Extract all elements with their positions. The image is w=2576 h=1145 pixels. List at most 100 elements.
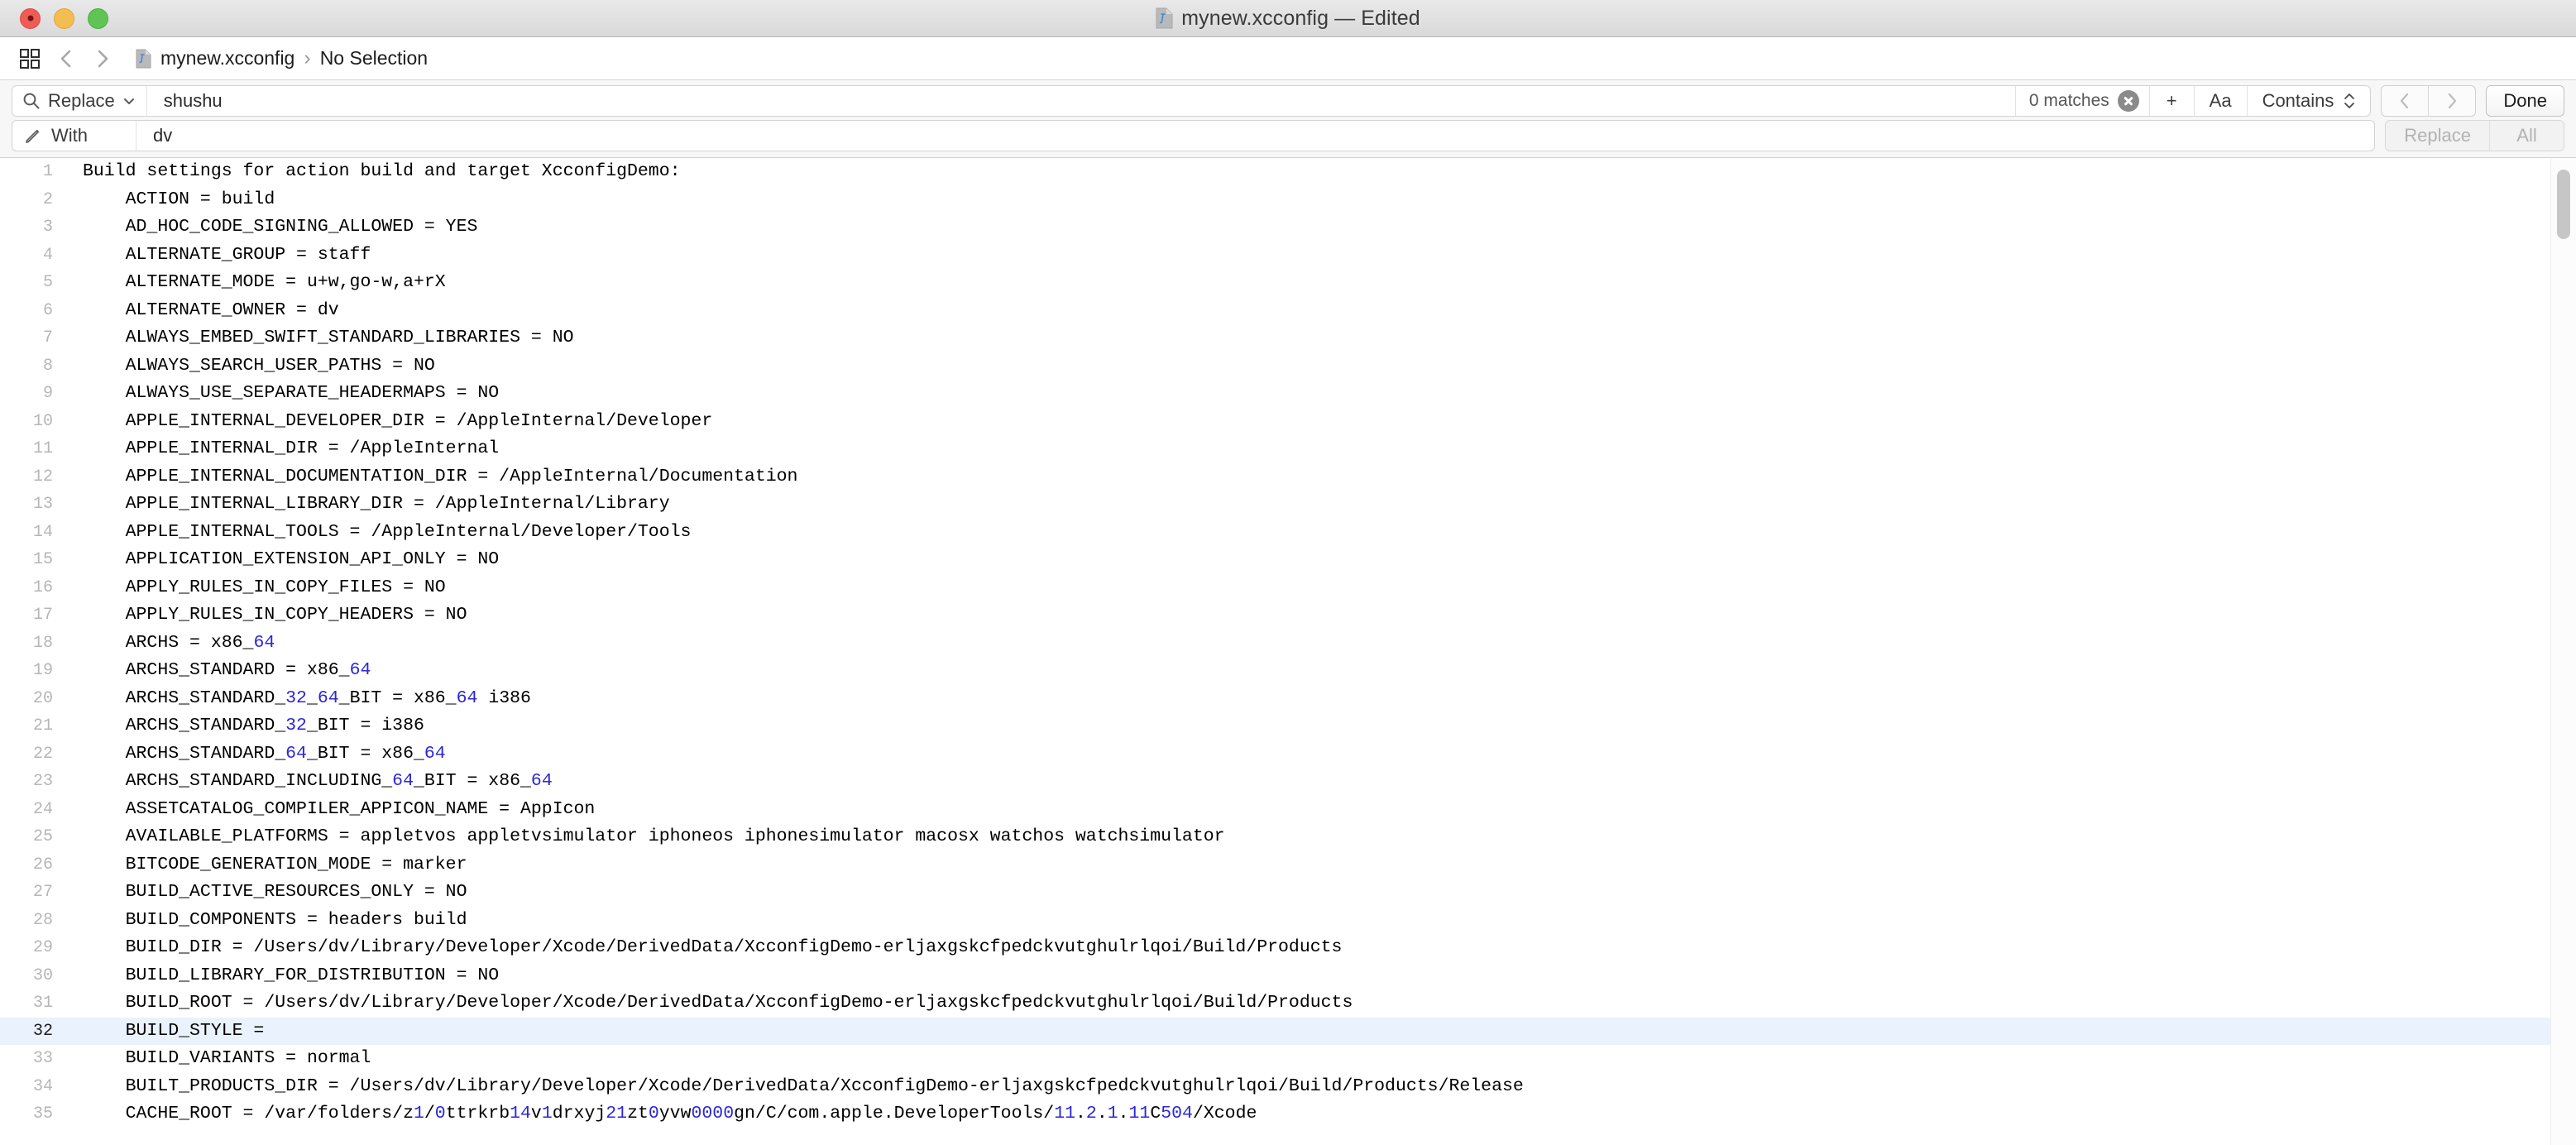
code-line-text[interactable]: APPLE_INTERNAL_TOOLS = /AppleInternal/De…	[65, 519, 2576, 547]
previous-match-button[interactable]	[2382, 86, 2428, 116]
code-line[interactable]: 25 AVAILABLE_PLATFORMS = appletvos apple…	[0, 823, 2576, 851]
toggle-navigator-button[interactable]	[12, 42, 48, 75]
breadcrumb-file-name[interactable]: mynew.xcconfig	[160, 47, 294, 69]
code-line[interactable]: 32 BUILD_STYLE =	[0, 1017, 2576, 1046]
code-line[interactable]: 2 ACTION = build	[0, 186, 2576, 214]
code-line[interactable]: 15 APPLICATION_EXTENSION_API_ONLY = NO	[0, 546, 2576, 574]
code-line[interactable]: 11 APPLE_INTERNAL_DIR = /AppleInternal	[0, 435, 2576, 463]
code-line[interactable]: 9 ALWAYS_USE_SEPARATE_HEADERMAPS = NO	[0, 380, 2576, 408]
minimize-window-button[interactable]	[54, 7, 74, 29]
code-line-text[interactable]: BUILD_STYLE =	[65, 1018, 2576, 1046]
code-line-text[interactable]: BITCODE_GENERATION_MODE = marker	[65, 851, 2576, 879]
code-line[interactable]: 18 ARCHS = x86_64	[0, 630, 2576, 658]
code-line[interactable]: 22 ARCHS_STANDARD_64_BIT = x86_64	[0, 740, 2576, 769]
code-line-text[interactable]: ALTERNATE_OWNER = dv	[65, 297, 2576, 325]
editor-vertical-scrollbar[interactable]	[2550, 158, 2576, 1145]
code-line-text[interactable]: APPLE_INTERNAL_DIR = /AppleInternal	[65, 435, 2576, 463]
code-lines-container[interactable]: 1 Build settings for action build and tar…	[0, 158, 2576, 1128]
code-line[interactable]: 13 APPLE_INTERNAL_LIBRARY_DIR = /AppleIn…	[0, 491, 2576, 519]
code-line-text[interactable]: BUILD_DIR = /Users/dv/Library/Developer/…	[65, 934, 2576, 962]
code-line-text[interactable]: CACHE_ROOT = /var/folders/z1/0ttrkrb14v1…	[65, 1100, 2576, 1128]
close-window-button[interactable]	[20, 7, 41, 29]
code-line[interactable]: 19 ARCHS_STANDARD = x86_64	[0, 657, 2576, 685]
code-line[interactable]: 8 ALWAYS_SEARCH_USER_PATHS = NO	[0, 352, 2576, 381]
code-line-text[interactable]: ARCHS_STANDARD = x86_64	[65, 657, 2576, 685]
next-match-button[interactable]	[2428, 86, 2475, 116]
code-line[interactable]: 26 BITCODE_GENERATION_MODE = marker	[0, 851, 2576, 879]
code-line-text[interactable]: BUILD_LIBRARY_FOR_DISTRIBUTION = NO	[65, 962, 2576, 990]
code-line[interactable]: 33 BUILD_VARIANTS = normal	[0, 1045, 2576, 1073]
code-line-text[interactable]: ARCHS_STANDARD_64_BIT = x86_64	[65, 740, 2576, 769]
code-line[interactable]: 24 ASSETCATALOG_COMPILER_APPICON_NAME = …	[0, 796, 2576, 824]
navigate-back-button[interactable]	[48, 42, 84, 75]
code-line[interactable]: 5 ALTERNATE_MODE = u+w,go-w,a+rX	[0, 269, 2576, 297]
find-field-container[interactable]: Replace shushu 0 matches + Aa Contains	[12, 85, 2372, 117]
match-type-selector[interactable]: Contains	[2246, 86, 2371, 116]
code-line-text[interactable]: AVAILABLE_PLATFORMS = appletvos appletvs…	[65, 823, 2576, 851]
code-line[interactable]: 12 APPLE_INTERNAL_DOCUMENTATION_DIR = /A…	[0, 463, 2576, 491]
code-line[interactable]: 31 BUILD_ROOT = /Users/dv/Library/Develo…	[0, 989, 2576, 1018]
code-line[interactable]: 17 APPLY_RULES_IN_COPY_HEADERS = NO	[0, 601, 2576, 630]
maximize-window-button[interactable]	[88, 7, 108, 29]
search-input[interactable]: shushu	[147, 90, 2015, 112]
code-line-text[interactable]: BUILT_PRODUCTS_DIR = /Users/dv/Library/D…	[65, 1073, 2576, 1101]
code-line-text[interactable]: BUILD_ROOT = /Users/dv/Library/Developer…	[65, 989, 2576, 1018]
replace-with-label: With	[51, 125, 88, 146]
code-line[interactable]: 30 BUILD_LIBRARY_FOR_DISTRIBUTION = NO	[0, 962, 2576, 990]
breadcrumb-selection[interactable]: No Selection	[320, 47, 428, 69]
code-line-text[interactable]: ARCHS_STANDARD_INCLUDING_64_BIT = x86_64	[65, 768, 2576, 796]
done-button[interactable]: Done	[2486, 85, 2564, 117]
code-line-text[interactable]: APPLE_INTERNAL_DOCUMENTATION_DIR = /Appl…	[65, 463, 2576, 491]
code-line-text[interactable]: ALWAYS_EMBED_SWIFT_STANDARD_LIBRARIES = …	[65, 324, 2576, 352]
code-line[interactable]: 29 BUILD_DIR = /Users/dv/Library/Develop…	[0, 934, 2576, 962]
code-line[interactable]: 23 ARCHS_STANDARD_INCLUDING_64_BIT = x86…	[0, 768, 2576, 796]
replace-button[interactable]: Replace	[2386, 121, 2489, 151]
code-line-text[interactable]: BUILD_ACTIVE_RESOURCES_ONLY = NO	[65, 879, 2576, 907]
code-editor[interactable]: 1 Build settings for action build and tar…	[0, 158, 2576, 1145]
line-number: 32	[32, 1021, 53, 1041]
clear-search-icon[interactable]	[2117, 90, 2139, 112]
code-line-text[interactable]: APPLICATION_EXTENSION_API_ONLY = NO	[65, 546, 2576, 574]
replace-field-container[interactable]: With dv	[12, 120, 2376, 151]
code-line[interactable]: 14 APPLE_INTERNAL_TOOLS = /AppleInternal…	[0, 519, 2576, 547]
code-line[interactable]: 10 APPLE_INTERNAL_DEVELOPER_DIR = /Apple…	[0, 408, 2576, 436]
code-line-text[interactable]: ALTERNATE_GROUP = staff	[65, 242, 2576, 270]
replace-all-button[interactable]: All	[2489, 121, 2564, 151]
navigate-forward-button[interactable]	[84, 42, 121, 75]
code-line[interactable]: 27 BUILD_ACTIVE_RESOURCES_ONLY = NO	[0, 879, 2576, 907]
find-mode-selector[interactable]: Replace	[12, 86, 147, 116]
code-line-text[interactable]: ARCHS = x86_64	[65, 630, 2576, 658]
code-line-text[interactable]: BUILD_VARIANTS = normal	[65, 1045, 2576, 1073]
code-line[interactable]: 16 APPLY_RULES_IN_COPY_FILES = NO	[0, 574, 2576, 602]
code-line[interactable]: 28 BUILD_COMPONENTS = headers build	[0, 907, 2576, 935]
code-line-text[interactable]: ARCHS_STANDARD_32_BIT = i386	[65, 712, 2576, 740]
code-line-text[interactable]: ALWAYS_USE_SEPARATE_HEADERMAPS = NO	[65, 380, 2576, 408]
code-line-text[interactable]: AD_HOC_CODE_SIGNING_ALLOWED = YES	[65, 213, 2576, 242]
code-line-text[interactable]: ALTERNATE_MODE = u+w,go-w,a+rX	[65, 269, 2576, 297]
replace-input[interactable]: dv	[136, 125, 2374, 146]
code-line-text[interactable]: Build settings for action build and targ…	[65, 158, 2576, 186]
code-line[interactable]: 21 ARCHS_STANDARD_32_BIT = i386	[0, 712, 2576, 740]
match-case-button[interactable]: Aa	[2193, 86, 2247, 116]
code-line-text[interactable]: ACTION = build	[65, 186, 2576, 214]
editor-scrollbar-thumb[interactable]	[2557, 170, 2570, 239]
replace-row: With dv Replace All	[12, 120, 2564, 151]
code-line-text[interactable]: ALWAYS_SEARCH_USER_PATHS = NO	[65, 352, 2576, 381]
code-line[interactable]: 35 CACHE_ROOT = /var/folders/z1/0ttrkrb1…	[0, 1100, 2576, 1128]
code-line-text[interactable]: APPLY_RULES_IN_COPY_HEADERS = NO	[65, 601, 2576, 630]
line-number: 28	[32, 910, 53, 930]
code-line-text[interactable]: APPLE_INTERNAL_DEVELOPER_DIR = /AppleInt…	[65, 408, 2576, 436]
code-line-text[interactable]: ARCHS_STANDARD_32_64_BIT = x86_64 i386	[65, 685, 2576, 713]
code-line[interactable]: 6 ALTERNATE_OWNER = dv	[0, 297, 2576, 325]
code-line[interactable]: 20 ARCHS_STANDARD_32_64_BIT = x86_64 i38…	[0, 685, 2576, 713]
code-line-text[interactable]: APPLY_RULES_IN_COPY_FILES = NO	[65, 574, 2576, 602]
code-line[interactable]: 34 BUILT_PRODUCTS_DIR = /Users/dv/Librar…	[0, 1073, 2576, 1101]
code-line[interactable]: 3 AD_HOC_CODE_SIGNING_ALLOWED = YES	[0, 213, 2576, 242]
code-line-text[interactable]: APPLE_INTERNAL_LIBRARY_DIR = /AppleInter…	[65, 491, 2576, 519]
code-line-text[interactable]: BUILD_COMPONENTS = headers build	[65, 907, 2576, 935]
code-line[interactable]: 7 ALWAYS_EMBED_SWIFT_STANDARD_LIBRARIES …	[0, 324, 2576, 352]
code-line[interactable]: 1 Build settings for action build and tar…	[0, 158, 2576, 186]
code-line-text[interactable]: ASSETCATALOG_COMPILER_APPICON_NAME = App…	[65, 796, 2576, 824]
code-line[interactable]: 4 ALTERNATE_GROUP = staff	[0, 242, 2576, 270]
add-search-term-button[interactable]: +	[2148, 86, 2194, 116]
